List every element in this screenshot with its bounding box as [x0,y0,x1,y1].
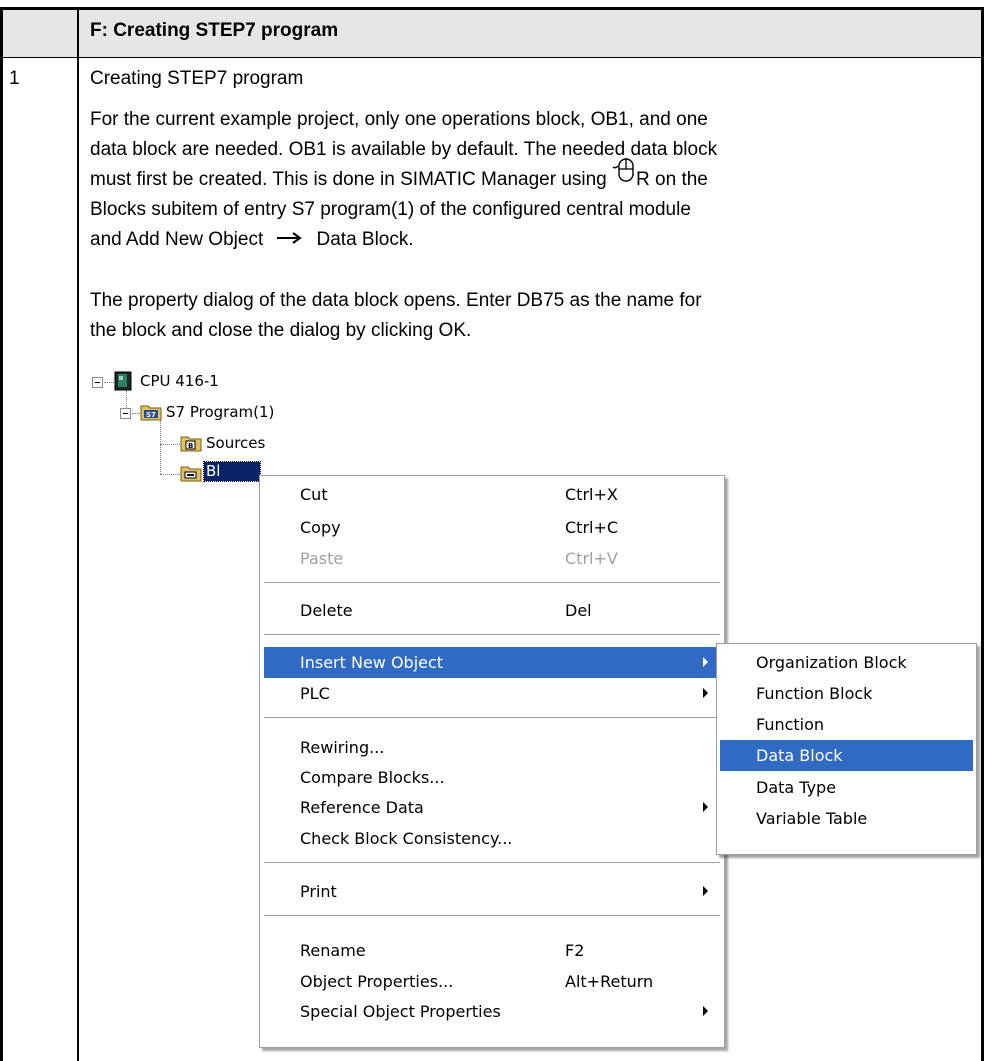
para-line: The property dialog of the data block op… [90,290,702,311]
sources-folder-icon: B [180,434,202,457]
submenu-item-label: Variable Table [756,809,868,828]
mouse-right-click-icon [612,158,636,195]
menu-item-paste[interactable]: Paste Ctrl+V [260,543,724,574]
submenu-arrow-icon [703,688,708,698]
para-line: For the current example project, only on… [90,109,708,130]
menu-item-shortcut: F2 [565,941,585,960]
insert-new-object-submenu: Organization Block Function Block Functi… [716,643,977,855]
submenu-item-data-type[interactable]: Data Type [717,772,976,803]
para-text: and Add New Object [90,229,269,251]
menu-item-rename[interactable]: Rename F2 [260,935,724,966]
tree-item-s7-program[interactable]: S7 Program(1) [166,403,274,421]
context-menu: Cut Ctrl+X Copy Ctrl+C Paste Ctrl+V Dele… [259,475,725,1048]
step-title: Creating STEP7 program [90,68,304,89]
menu-item-copy[interactable]: Copy Ctrl+C [260,512,724,543]
menu-separator [264,915,720,917]
menu-item-rewiring[interactable]: Rewiring... [260,732,724,763]
menu-item-delete[interactable]: Delete Del [260,595,724,626]
menu-separator [264,582,720,584]
menu-separator [264,862,720,864]
menu-item-reference-data[interactable]: Reference Data [260,792,724,823]
menu-item-label: Check Block Consistency... [300,829,513,848]
document-table: F: Creating STEP7 program 1 Creating STE… [0,0,984,1061]
para-line: and Add New Object Data Block. [90,225,717,255]
para-text: must first be created. This is done in S… [90,169,613,191]
header-separator [0,57,984,58]
para-text: R on the [636,169,708,191]
tree-item-sources[interactable]: Sources [206,434,265,452]
table-border-right [981,8,984,1061]
tree-line [160,474,180,475]
menu-item-cut[interactable]: Cut Ctrl+X [260,479,724,510]
menu-item-shortcut: Ctrl+V [565,549,618,568]
submenu-item-label: Data Type [756,778,837,797]
submenu-item-function[interactable]: Function [717,709,976,740]
submenu-item-organization-block[interactable]: Organization Block [717,647,976,678]
menu-item-special-object-properties[interactable]: Special Object Properties [260,996,724,1027]
table-border-left [0,8,3,1061]
menu-item-label: PLC [300,684,330,703]
menu-item-label: Object Properties... [300,972,454,991]
tree-line [160,420,161,474]
menu-item-shortcut: Alt+Return [565,972,654,991]
submenu-arrow-icon [703,802,708,812]
submenu-item-data-block[interactable]: Data Block [720,740,973,771]
menu-item-label: Delete [300,601,353,620]
menu-item-compare-blocks[interactable]: Compare Blocks... [260,762,724,793]
step-number: 1 [9,68,20,89]
menu-item-object-properties[interactable]: Object Properties... Alt+Return [260,966,724,997]
tree-item-cpu[interactable]: CPU 416-1 [140,372,219,390]
menu-item-shortcut: Ctrl+X [565,485,618,504]
instruction-paragraph-2: The property dialog of the data block op… [90,286,702,346]
svg-text:B: B [188,442,193,450]
column-divider [77,8,79,1061]
submenu-arrow-icon [703,1006,708,1016]
collapse-toggle[interactable] [92,377,103,388]
arrow-right-icon [275,225,303,255]
submenu-item-variable-table[interactable]: Variable Table [717,803,976,834]
collapse-toggle[interactable] [120,408,131,419]
s7-program-icon: S7 [140,403,162,426]
blocks-folder-icon [180,464,202,487]
menu-item-check-block-consistency[interactable]: Check Block Consistency... [260,823,724,854]
menu-item-label: Compare Blocks... [300,768,445,787]
para-line: must first be created. This is done in S… [90,158,717,195]
submenu-arrow-icon [703,886,708,896]
para-line: the block and close the dialog by clicki… [90,320,472,341]
menu-item-shortcut: Del [565,601,592,620]
submenu-arrow-icon [703,657,708,667]
tree-line [104,382,114,383]
menu-item-label: Rewiring... [300,738,385,757]
menu-separator [264,717,720,719]
submenu-item-label: Function [756,715,825,734]
menu-item-label: Cut [300,485,328,504]
menu-item-label: Rename [300,941,366,960]
menu-item-label: Special Object Properties [300,1002,501,1021]
para-line: Blocks subitem of entry S7 program(1) of… [90,199,691,220]
instruction-paragraph: For the current example project, only on… [90,105,717,255]
submenu-item-label: Data Block [756,746,843,765]
menu-item-shortcut: Ctrl+C [565,518,619,537]
submenu-item-label: Function Block [756,684,873,703]
para-text: Data Block. [316,229,414,251]
submenu-item-function-block[interactable]: Function Block [717,678,976,709]
menu-separator [264,634,720,636]
menu-item-label: Insert New Object [300,653,444,672]
menu-item-label: Paste [300,549,344,568]
menu-item-label: Copy [300,518,341,537]
table-border-top [0,7,984,10]
section-title: F: Creating STEP7 program [90,20,339,41]
cpu-icon [114,371,132,396]
tree-line [160,444,180,445]
tree-item-blocks[interactable]: Bl [203,461,261,482]
menu-item-label: Print [300,882,337,901]
submenu-item-label: Organization Block [756,653,907,672]
menu-item-plc[interactable]: PLC [260,678,724,709]
menu-item-label: Reference Data [300,798,424,817]
menu-item-print[interactable]: Print [260,876,724,907]
menu-item-insert-new-object[interactable]: Insert New Object [264,647,720,678]
svg-text:S7: S7 [146,411,156,419]
tree-line [132,413,140,414]
